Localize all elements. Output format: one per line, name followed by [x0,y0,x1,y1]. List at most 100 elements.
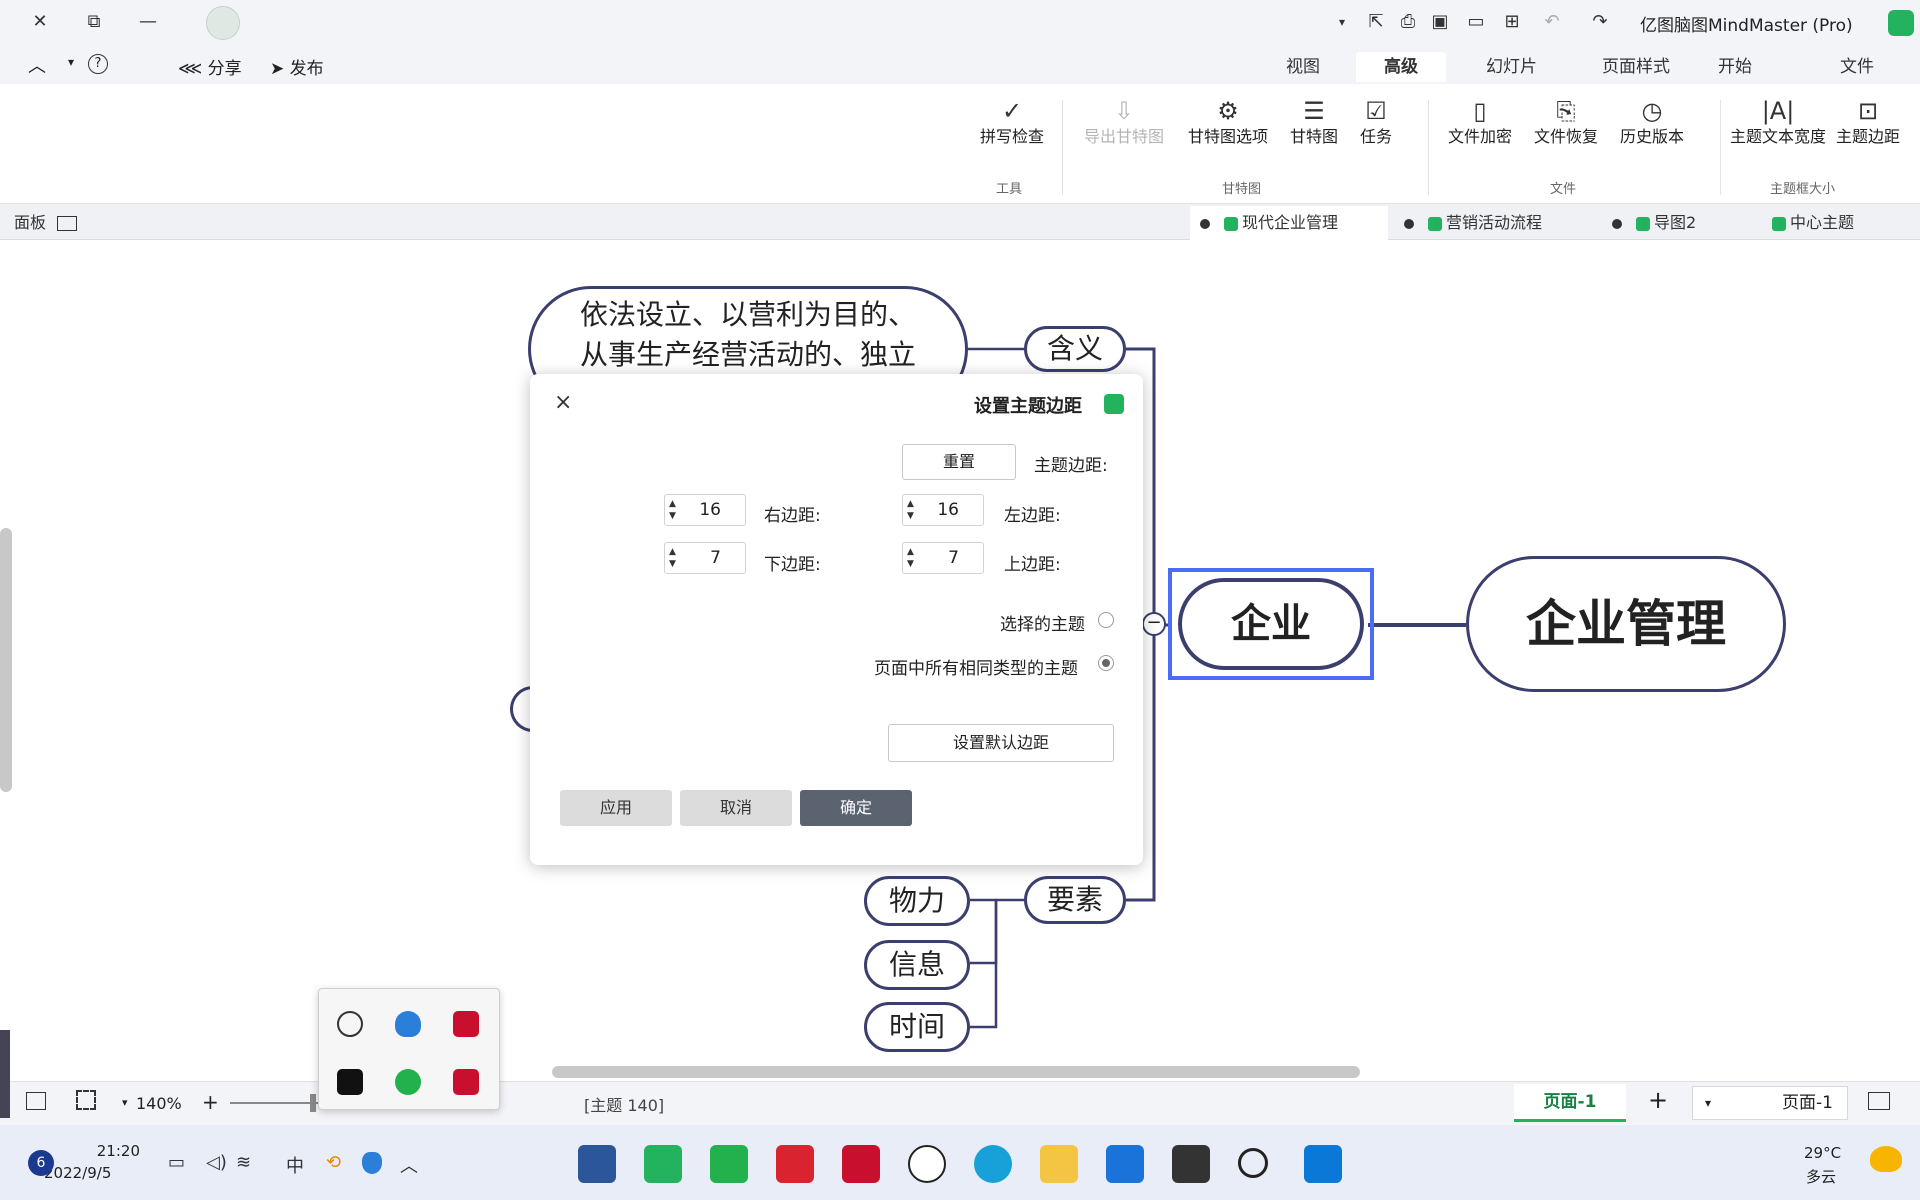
page-selector[interactable]: ▾ 页面-1 [1692,1086,1848,1120]
add-page-button[interactable]: + [1648,1086,1668,1114]
restore-button[interactable]: ⧉ [82,10,106,34]
topic-margin-button[interactable]: ⊡ 主题边距 [1828,96,1908,156]
tray-security-shield-icon[interactable] [395,1011,421,1037]
publish-button[interactable]: ➤ 发布 [270,54,324,79]
avatar[interactable] [206,6,240,40]
right-margin-value[interactable]: 16 [699,495,721,525]
collapse-toggle[interactable]: − [1142,612,1166,636]
tab-advanced[interactable]: 高级 [1356,52,1446,82]
bottom-margin-stepper[interactable]: ▲ ▼ 7 [664,542,746,574]
history-button[interactable]: ◷ 历史版本 [1612,96,1692,156]
ime-indicator[interactable]: 中 [286,1152,304,1178]
dialog-close-button[interactable]: × [554,390,572,415]
fit-screen-icon[interactable] [76,1090,96,1110]
tab-view[interactable]: 视图 [1276,52,1330,82]
left-margin-stepper[interactable]: ▲ ▼ 16 [902,494,984,526]
topic-text-width-button[interactable]: |A| 主题文本宽度 [1728,96,1828,156]
wifi-icon[interactable]: ≋ [236,1152,251,1173]
zoom-slider-handle[interactable] [310,1094,316,1112]
file-recovery-button[interactable]: ⎘ 文件恢复 [1526,96,1606,156]
tab-file[interactable]: 文件 [1830,52,1884,82]
print-icon[interactable]: ⎙ [1396,10,1420,34]
stepper-arrows-icon[interactable]: ▲ ▼ [907,498,914,522]
center-topic-node[interactable]: 企业管理 [1466,556,1786,692]
gantt-button[interactable]: ☰ 甘特图 [1276,96,1352,156]
help-icon[interactable]: ? [88,54,108,74]
store-icon[interactable] [1106,1145,1144,1183]
branch-node-elements[interactable]: 要素 [1024,876,1126,924]
tray-mcafee-icon[interactable] [453,1069,479,1095]
help-dropdown-icon[interactable]: ▾ [68,55,74,69]
new-icon[interactable]: ⊞ [1500,10,1524,34]
zoom-in-button[interactable]: + [202,1090,219,1114]
clock-time[interactable]: 21:20 [64,1142,140,1160]
mindmaster-taskbar-icon[interactable] [644,1145,682,1183]
zoom-dropdown-icon[interactable]: ▾ [122,1096,128,1109]
leaf-node-information[interactable]: 信息 [864,940,970,990]
apply-button[interactable]: 应用 [560,790,672,826]
horizontal-scrollbar[interactable] [552,1066,1360,1078]
file-explorer-icon[interactable] [1040,1145,1078,1183]
start-icon[interactable] [1304,1145,1342,1183]
top-margin-value[interactable]: 7 [948,543,959,573]
weather-temp[interactable]: 29°C [1804,1144,1841,1162]
volume-icon[interactable]: ◁) [206,1152,227,1173]
radio-selected-topic[interactable] [1098,612,1114,628]
share-button[interactable]: ⋘ 分享 [178,54,242,79]
close-tab-icon[interactable] [1200,218,1210,229]
dell-icon[interactable] [908,1145,946,1183]
stepper-arrows-icon[interactable]: ▲ ▼ [669,546,676,570]
task-view-icon[interactable] [1172,1145,1210,1183]
defender-icon[interactable] [362,1152,382,1174]
tray-wechat-icon[interactable] [395,1069,421,1095]
tray-overflow-chevron-icon[interactable]: ︿ [400,1152,418,1178]
notification-badge[interactable]: 6 [28,1150,54,1176]
gantt-options-button[interactable]: ⚙ 甘特图选项 [1180,96,1276,156]
tray-app-black-icon[interactable] [337,1069,363,1095]
clock-date[interactable]: 2022/9/5 [44,1164,111,1182]
battery-icon[interactable]: ▭ [168,1152,185,1173]
spell-check-button[interactable]: ✓ 拼写检查 [972,96,1052,156]
radio-all-same-type[interactable] [1098,655,1114,671]
doc-tab-central-topic[interactable]: 中心主题 [1758,206,1920,240]
stepper-arrows-icon[interactable]: ▲ ▼ [907,546,914,570]
close-tab-icon[interactable] [1404,218,1414,229]
redo-icon[interactable]: ↷ [1588,10,1612,34]
open-icon[interactable]: ▭ [1464,10,1488,34]
leaf-node-time[interactable]: 时间 [864,1002,970,1052]
doc-tab-modern-management[interactable]: 现代企业管理 [1190,206,1388,240]
zoom-slider[interactable] [230,1102,320,1104]
bottom-margin-value[interactable]: 7 [710,543,721,573]
edge-widget-strip[interactable] [0,1030,10,1118]
panel-toggle[interactable]: 面板 [14,206,104,240]
file-encrypt-button[interactable]: ▯ 文件加密 [1440,96,1520,156]
edge-icon[interactable] [974,1145,1012,1183]
leaf-node-material[interactable]: 物力 [864,876,970,926]
tray-cloud-icon[interactable] [337,1011,363,1037]
tray-app-red-icon[interactable] [453,1011,479,1037]
right-margin-stepper[interactable]: ▲ ▼ 16 [664,494,746,526]
save-icon[interactable]: ▣ [1428,10,1452,34]
tab-page-style[interactable]: 页面样式 [1592,52,1680,82]
export-icon[interactable]: ⇱ [1364,10,1388,34]
search-icon[interactable] [1238,1148,1268,1178]
close-button[interactable]: ✕ [28,10,52,34]
weather-icon[interactable] [1870,1146,1902,1172]
wechat-icon[interactable] [710,1145,748,1183]
word-icon[interactable] [578,1145,616,1183]
doc-tab-map2[interactable]: 导图2 [1602,206,1752,240]
red-app-icon[interactable] [776,1145,814,1183]
reset-button[interactable]: 重置 [902,444,1016,480]
quick-access-dropdown-icon[interactable]: ▾ [1330,10,1354,34]
ok-button[interactable]: 确定 [800,790,912,826]
cancel-button[interactable]: 取消 [680,790,792,826]
undo-icon[interactable]: ↶ [1540,10,1564,34]
main-topic-node[interactable]: 企业 [1178,578,1364,670]
tab-slides[interactable]: 幻灯片 [1476,52,1547,82]
page-tab-1[interactable]: 页面-1 [1514,1084,1626,1122]
vertical-scrollbar[interactable] [0,528,12,792]
task-button[interactable]: ☑ 任务 [1346,96,1406,156]
weather-desc[interactable]: 多云 [1806,1166,1836,1187]
page-panel-icon[interactable] [1868,1092,1890,1110]
doc-tab-marketing[interactable]: 营销活动流程 [1394,206,1594,240]
